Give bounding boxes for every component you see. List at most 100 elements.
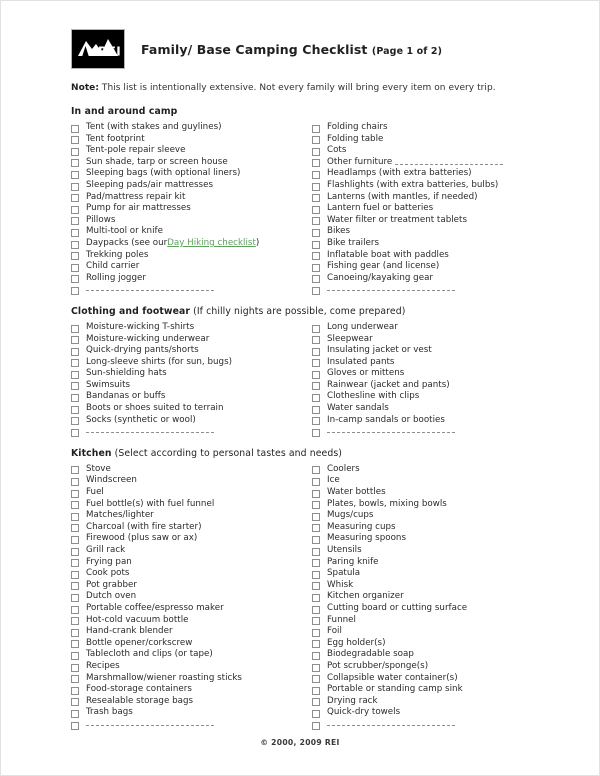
checklist-item[interactable]: Foil (312, 626, 541, 638)
checklist-item[interactable]: Paring knife (312, 557, 541, 569)
checkbox[interactable] (312, 217, 320, 226)
checkbox[interactable] (312, 324, 320, 333)
checkbox[interactable] (71, 593, 79, 602)
checklist-item[interactable]: Hot-cold vacuum bottle (71, 615, 306, 627)
checkbox[interactable] (71, 570, 79, 579)
checklist-item[interactable]: Matches/lighter (71, 510, 306, 522)
checkbox[interactable] (312, 686, 320, 695)
checkbox[interactable] (312, 359, 320, 368)
checkbox[interactable] (71, 675, 79, 684)
checklist-item[interactable]: Whisk (312, 580, 541, 592)
checklist-item[interactable]: Clothesline with clips (312, 391, 541, 403)
checkbox[interactable] (71, 617, 79, 626)
checkbox[interactable] (312, 489, 320, 498)
checklist-item[interactable]: Lanterns (with mantles, if needed) (312, 192, 541, 204)
checklist-item[interactable]: Sleeping pads/air mattresses (71, 180, 306, 192)
checklist-item[interactable]: Drying rack (312, 696, 541, 708)
checklist-item[interactable] (71, 719, 306, 731)
checkbox[interactable] (312, 336, 320, 345)
checklist-item[interactable]: Child carrier (71, 261, 306, 273)
checkbox[interactable] (71, 559, 79, 568)
checklist-item[interactable]: Long underwear (312, 322, 541, 334)
checklist-item[interactable]: Ice (312, 475, 541, 487)
checkbox[interactable] (312, 640, 320, 649)
checkbox[interactable] (71, 275, 79, 284)
checkbox[interactable] (71, 359, 79, 368)
checklist-item[interactable]: Recipes (71, 661, 306, 673)
checklist-item[interactable]: Bike trailers (312, 238, 541, 250)
checkbox[interactable] (71, 347, 79, 356)
checklist-item[interactable]: Quick-drying pants/shorts (71, 345, 306, 357)
checkbox[interactable] (71, 170, 79, 179)
checkbox[interactable] (312, 512, 320, 521)
checklist-item[interactable] (312, 284, 541, 296)
checkbox[interactable] (71, 217, 79, 226)
checkbox[interactable] (312, 382, 320, 391)
write-in-line[interactable] (327, 718, 455, 726)
checklist-item[interactable]: Biodegradable soap (312, 649, 541, 661)
checkbox[interactable] (71, 394, 79, 403)
checklist-item[interactable]: Portable coffee/espresso maker (71, 603, 306, 615)
checklist-item[interactable]: Cutting board or cutting surface (312, 603, 541, 615)
checkbox[interactable] (71, 252, 79, 261)
checkbox[interactable] (71, 417, 79, 426)
checklist-item[interactable]: Lantern fuel or batteries (312, 203, 541, 215)
checkbox[interactable] (312, 628, 320, 637)
checklist-item[interactable]: Tent-pole repair sleeve (71, 145, 306, 157)
checkbox[interactable] (71, 405, 79, 414)
checkbox[interactable] (71, 205, 79, 214)
checklist-item[interactable]: Coolers (312, 464, 541, 476)
checklist-item[interactable]: Marshmallow/wiener roasting sticks (71, 673, 306, 685)
checklist-item[interactable]: Boots or shoes suited to terrain (71, 403, 306, 415)
checklist-item[interactable] (71, 284, 306, 296)
checklist-item[interactable]: Inflatable boat with paddles (312, 250, 541, 262)
checklist-item[interactable]: Moisture-wicking underwear (71, 334, 306, 346)
checkbox[interactable] (71, 489, 79, 498)
checkbox[interactable] (312, 605, 320, 614)
checkbox[interactable] (71, 640, 79, 649)
checklist-item[interactable]: Pot scrubber/sponge(s) (312, 661, 541, 673)
checklist-item[interactable]: Resealable storage bags (71, 696, 306, 708)
checkbox[interactable] (312, 228, 320, 237)
write-in-line[interactable] (86, 718, 214, 726)
checkbox[interactable] (312, 417, 320, 426)
checkbox[interactable] (71, 263, 79, 272)
checklist-item[interactable]: Tent (with stakes and guylines) (71, 122, 306, 134)
checkbox[interactable] (312, 547, 320, 556)
checkbox[interactable] (312, 275, 320, 284)
checkbox[interactable] (71, 698, 79, 707)
checkbox[interactable] (71, 663, 79, 672)
checkbox[interactable] (312, 663, 320, 672)
checklist-item[interactable]: Fuel (71, 487, 306, 499)
checkbox[interactable] (312, 721, 320, 730)
checkbox[interactable] (71, 478, 79, 487)
checklist-item[interactable]: Folding chairs (312, 122, 541, 134)
checklist-item[interactable]: Fishing gear (and license) (312, 261, 541, 273)
checklist-item[interactable]: Stove (71, 464, 306, 476)
checklist-item[interactable]: Mugs/cups (312, 510, 541, 522)
checkbox[interactable] (312, 536, 320, 544)
checklist-item[interactable]: Headlamps (with extra batteries) (312, 168, 541, 180)
checklist-item[interactable]: Portable or standing camp sink (312, 684, 541, 696)
checklist-item[interactable]: Firewood (plus saw or ax) (71, 533, 306, 545)
checklist-item[interactable]: Pad/mattress repair kit (71, 192, 306, 204)
checklist-item[interactable]: Funnel (312, 615, 541, 627)
write-in-line[interactable] (327, 425, 455, 434)
checkbox[interactable] (71, 721, 79, 730)
checklist-item[interactable]: Cots (312, 145, 541, 157)
checklist-item[interactable]: Multi-tool or knife (71, 226, 306, 238)
checklist-item[interactable]: Water filter or treatment tablets (312, 215, 541, 227)
checkbox[interactable] (71, 124, 79, 133)
checklist-item[interactable]: Sun shade, tarp or screen house (71, 157, 306, 169)
checkbox[interactable] (312, 559, 320, 568)
checklist-item[interactable]: Collapsible water container(s) (312, 673, 541, 685)
checklist-item[interactable]: Daypacks (see our Day Hiking checklist) (71, 238, 306, 250)
checkbox[interactable] (312, 617, 320, 626)
checkbox[interactable] (312, 478, 320, 487)
checkbox[interactable] (312, 428, 320, 437)
checkbox[interactable] (71, 136, 79, 145)
day-hiking-checklist-link[interactable]: Day Hiking checklist (167, 238, 256, 250)
checklist-item[interactable]: Other furniture (312, 157, 541, 169)
checkbox[interactable] (312, 347, 320, 356)
checklist-item[interactable]: Tent footprint (71, 134, 306, 146)
